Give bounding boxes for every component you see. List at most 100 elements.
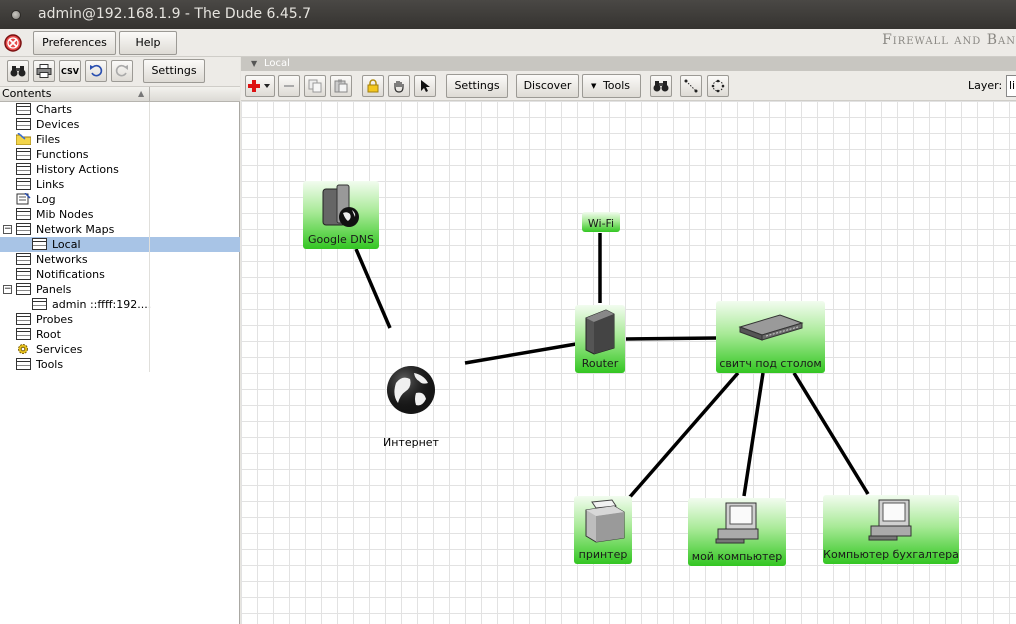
table-icon: [16, 148, 31, 160]
left-settings-button[interactable]: Settings: [143, 59, 205, 83]
node-switch[interactable]: свитч под столом: [716, 301, 825, 373]
folder-icon: [16, 133, 31, 145]
contents-tree: Charts Devices Files Functions History Actio…: [0, 102, 240, 372]
tree-item-devices[interactable]: Devices: [0, 117, 240, 132]
table-icon: [16, 283, 31, 295]
hand-icon[interactable]: [388, 75, 410, 97]
node-my-pc[interactable]: мой компьютер: [688, 498, 786, 566]
table-icon: [16, 268, 31, 280]
tree-item-mib-nodes[interactable]: Mib Nodes: [0, 207, 240, 222]
help-button[interactable]: Help: [119, 31, 177, 55]
printer-icon: [585, 499, 625, 543]
tree-item-links[interactable]: Links: [0, 177, 240, 192]
pointer-icon[interactable]: [414, 75, 436, 97]
tree-item-label: Root: [36, 328, 61, 341]
globe-icon: [387, 366, 435, 414]
network-map-canvas[interactable]: Google DNS Wi-Fi Router свитч под столом: [241, 101, 1016, 624]
collapse-icon[interactable]: −: [3, 285, 12, 294]
tree-item-tools[interactable]: Tools: [0, 357, 240, 372]
tab-collapse-icon[interactable]: ▼: [251, 57, 257, 71]
map-settings-button[interactable]: Settings: [446, 74, 508, 98]
node-label: Интернет: [383, 436, 439, 449]
log-icon: [16, 193, 31, 205]
window-close-icon[interactable]: [11, 10, 21, 20]
tree-item-label: Links: [36, 178, 65, 191]
node-google-dns[interactable]: Google DNS: [303, 181, 379, 249]
tree-item-panels[interactable]: − Panels: [0, 282, 240, 297]
undo-icon[interactable]: [85, 60, 107, 82]
map-toolbar: Settings Discover ▼ Tools Layer: li: [241, 71, 1016, 101]
table-icon: [16, 253, 31, 265]
tree-item-network-maps[interactable]: − Network Maps: [0, 222, 240, 237]
layer-label: Layer:: [968, 79, 1003, 92]
link-mode-icon[interactable]: [680, 75, 702, 97]
node-router[interactable]: Router: [575, 305, 625, 373]
tree-item-label: Mib Nodes: [36, 208, 94, 221]
csv-export-button[interactable]: CSV: [59, 60, 81, 82]
tools-label: Tools: [602, 79, 631, 92]
tree-item-label: Files: [36, 133, 61, 146]
node-label: Router: [581, 357, 619, 370]
lock-icon[interactable]: [362, 75, 384, 97]
discover-button[interactable]: Discover: [516, 74, 579, 98]
map-area: ▼ Local Settings Discover ▼ Tools Layer:…: [241, 57, 1016, 624]
computer-icon: [715, 502, 759, 544]
remove-icon[interactable]: [278, 75, 300, 97]
node-wifi[interactable]: Wi-Fi: [582, 212, 620, 232]
menu-bar: Preferences Help Firewall and Ban: [0, 29, 1016, 57]
add-icon[interactable]: [245, 75, 275, 97]
tree-item-label: Charts: [36, 103, 72, 116]
tree-item-files[interactable]: Files: [0, 132, 240, 147]
tree-item-services[interactable]: Services: [0, 342, 240, 357]
map-tab-local[interactable]: Local: [264, 57, 290, 71]
table-icon: [16, 223, 31, 235]
print-icon[interactable]: [33, 60, 55, 82]
node-label: мой компьютер: [691, 550, 783, 563]
table-icon: [16, 118, 31, 130]
tree-item-local[interactable]: Local: [0, 237, 240, 252]
router-icon: [585, 309, 615, 355]
layer-select[interactable]: li: [1006, 75, 1016, 97]
tree-item-root[interactable]: Root: [0, 327, 240, 342]
tree-item-networks[interactable]: Networks: [0, 252, 240, 267]
find-binoculars-icon[interactable]: [7, 60, 29, 82]
brand-text: Firewall and Ban: [882, 32, 1016, 48]
tree-header-label: Contents: [2, 87, 52, 100]
map-tab-bar: ▼ Local: [241, 57, 1016, 71]
tree-item-label: Devices: [36, 118, 80, 131]
node-accountant-pc[interactable]: Компьютер бухгалтера: [823, 495, 959, 564]
sort-arrow-icon: ▲: [138, 89, 145, 98]
preferences-button[interactable]: Preferences: [33, 31, 116, 55]
link-switch-printer: [627, 371, 740, 500]
table-icon: [16, 328, 31, 340]
node-label: Google DNS: [308, 233, 374, 246]
tree-item-probes[interactable]: Probes: [0, 312, 240, 327]
node-printer[interactable]: принтер: [574, 496, 632, 564]
paste-icon[interactable]: [330, 75, 352, 97]
tree-item-functions[interactable]: Functions: [0, 147, 240, 162]
computer-icon: [868, 499, 912, 541]
tree-item-label: Local: [52, 238, 81, 251]
table-icon: [16, 163, 31, 175]
tree-header[interactable]: Contents ▲: [0, 87, 240, 102]
tree-item-log[interactable]: Log: [0, 192, 240, 207]
table-icon: [32, 298, 47, 310]
tree-item-admin-panel[interactable]: admin ::ffff:192....: [0, 297, 240, 312]
link-router-switch: [625, 336, 719, 341]
tree-item-notifications[interactable]: Notifications: [0, 267, 240, 282]
window-titlebar: admin@192.168.1.9 - The Dude 6.45.7: [0, 0, 1016, 29]
link-internet-router: [464, 342, 577, 365]
copy-icon[interactable]: [304, 75, 326, 97]
tree-item-label: Functions: [36, 148, 89, 161]
node-internet[interactable]: Интернет: [358, 357, 464, 457]
disconnect-icon[interactable]: [2, 32, 24, 54]
map-find-binoculars-icon[interactable]: [650, 75, 672, 97]
layout-icon[interactable]: [707, 75, 729, 97]
collapse-icon[interactable]: −: [3, 225, 12, 234]
tree-item-label: admin ::ffff:192....: [52, 298, 152, 311]
tree-item-history-actions[interactable]: History Actions: [0, 162, 240, 177]
tree-item-charts[interactable]: Charts: [0, 102, 240, 117]
tree-item-label: Services: [36, 343, 83, 356]
redo-icon[interactable]: [111, 60, 133, 82]
tools-button[interactable]: ▼ Tools: [582, 74, 641, 98]
